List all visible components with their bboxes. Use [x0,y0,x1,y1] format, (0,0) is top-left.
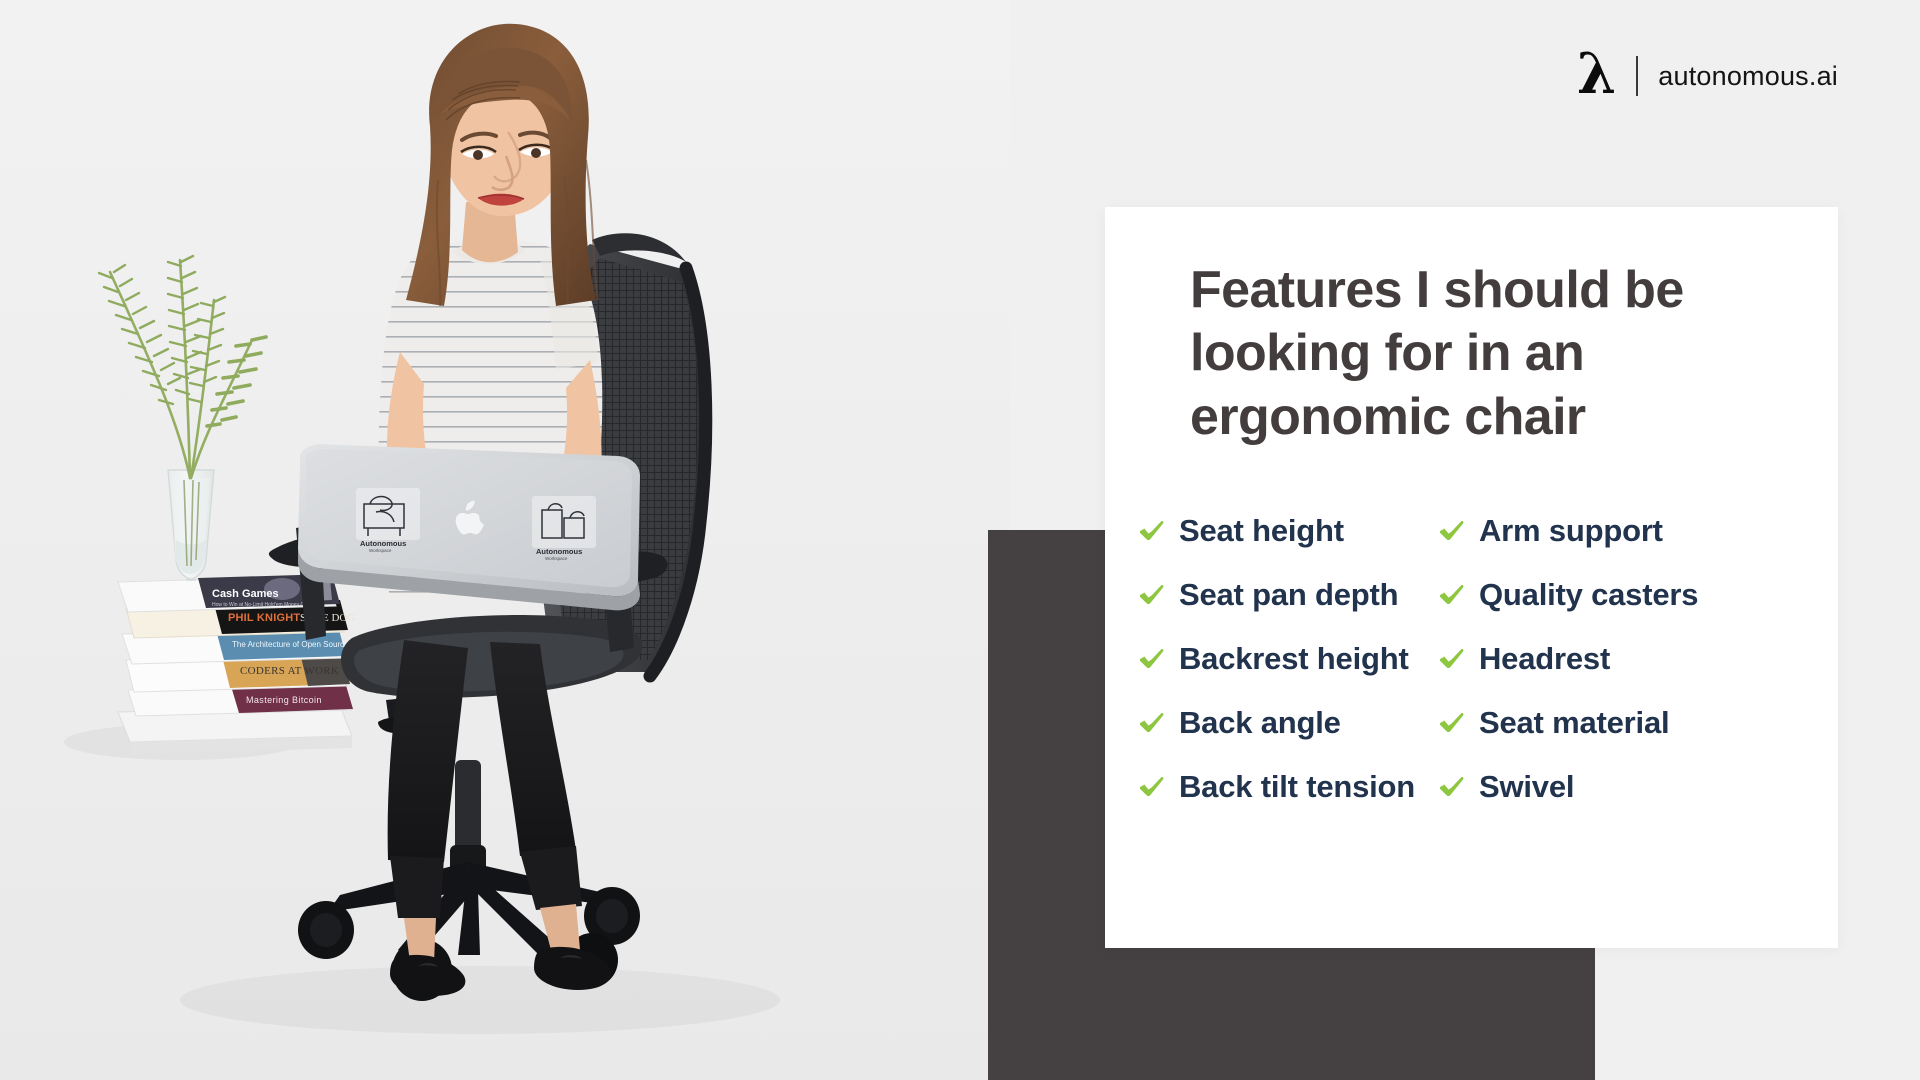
checklist-item-label: Backrest height [1179,641,1409,676]
svg-text:Autonomous: Autonomous [536,547,582,556]
checklist-item-label: Swivel [1479,769,1575,804]
hero-photo-illustration: Mastering Bitcoin CODERS AT WORK The Arc… [0,0,1010,1080]
checklist-item-label: Quality casters [1479,577,1699,612]
green-checkmark-icon [1138,517,1166,545]
green-checkmark-icon [1438,581,1466,609]
checklist-item-label: Seat pan depth [1179,577,1399,612]
checklist-item: Back angle [1138,691,1438,755]
green-checkmark-icon [1438,773,1466,801]
checklist-item-label: Back tilt tension [1179,769,1416,804]
checklist-item-label: Back angle [1179,705,1341,740]
green-checkmark-icon [1438,709,1466,737]
green-checkmark-icon [1138,645,1166,673]
checklist-item: Back tilt tension [1138,755,1438,819]
svg-text:Autonomous: Autonomous [360,539,406,548]
svg-text:PHIL KNIGHT: PHIL KNIGHT [228,612,300,624]
svg-text:Mastering Bitcoin: Mastering Bitcoin [246,695,322,705]
green-checkmark-icon [1138,709,1166,737]
vertical-divider-icon [1636,56,1639,96]
svg-text:Workspace: Workspace [545,556,568,561]
checklist-item-label: Seat height [1179,513,1344,548]
lambda-logo-icon: λ [1577,41,1617,107]
green-checkmark-icon [1438,517,1466,545]
brand-logo: λ autonomous.ai [1577,41,1838,107]
checklist-item-label: Headrest [1479,641,1611,676]
checklist-item: Arm support [1438,499,1838,563]
features-checklist: Seat height Arm support Seat pan depth Qual… [1138,499,1838,819]
svg-text:CODERS AT WORK: CODERS AT WORK [240,665,339,677]
checklist-item: Seat pan depth [1138,563,1438,627]
green-checkmark-icon [1438,645,1466,673]
svg-text:How to Win at No-Limit Hold'em: How to Win at No-Limit Hold'em Money Gam… [212,602,317,608]
svg-text:Cash Games: Cash Games [212,588,279,600]
page-title: Features I should be looking for in an e… [1190,261,1684,446]
checklist-item: Seat height [1138,499,1438,563]
checklist-item: Quality casters [1438,563,1838,627]
hero-photo: Mastering Bitcoin CODERS AT WORK The Arc… [0,0,1010,1080]
green-checkmark-icon [1138,581,1166,609]
brand-name: autonomous.ai [1658,60,1838,91]
features-card: Features I should be looking for in an e… [1105,207,1838,948]
checklist-item: Headrest [1438,627,1838,691]
checklist-item: Seat material [1438,691,1838,755]
green-checkmark-icon [1138,773,1166,801]
svg-text:Workspace: Workspace [369,548,392,553]
checklist-item: Backrest height [1138,627,1438,691]
checklist-item-label: Seat material [1479,705,1670,740]
checklist-item: Swivel [1438,755,1838,819]
checklist-item-label: Arm support [1479,513,1663,548]
